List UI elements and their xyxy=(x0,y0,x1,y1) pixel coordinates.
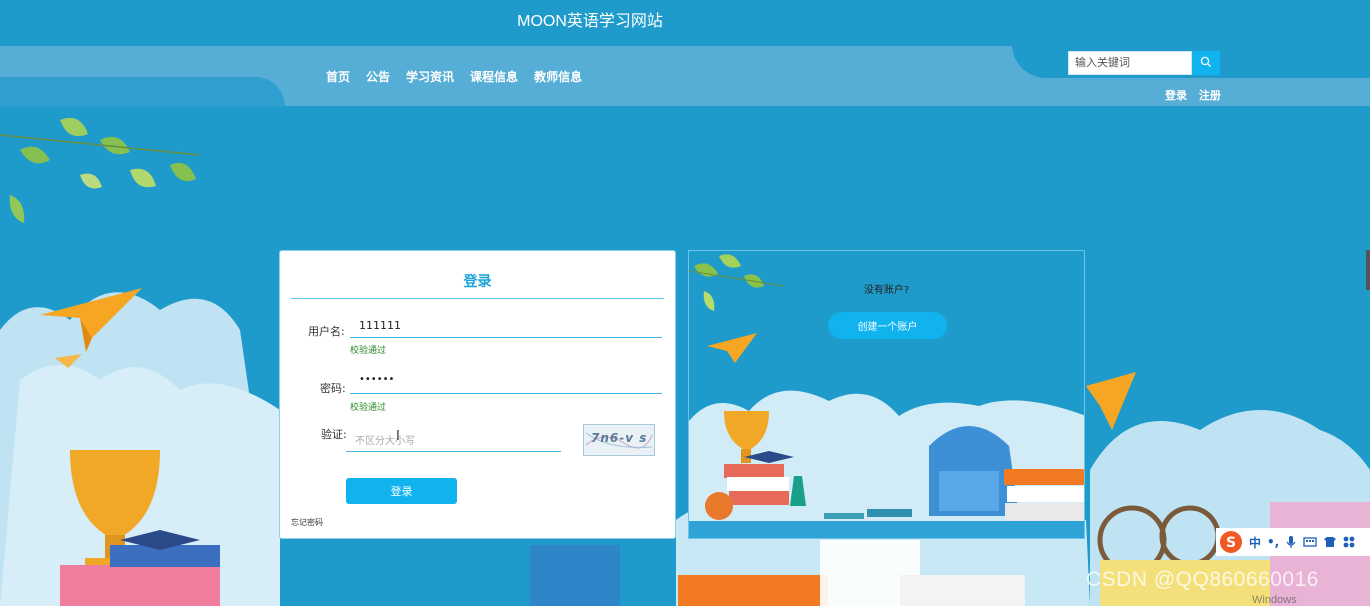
password-value: •••••• xyxy=(359,374,395,385)
nav-item-courses[interactable]: 课程信息 xyxy=(462,68,526,85)
search-icon xyxy=(1200,56,1212,67)
captcha-image[interactable]: 7n6-v s xyxy=(583,424,655,456)
search-box xyxy=(1068,51,1220,75)
ime-punctuation[interactable]: •, xyxy=(1267,535,1279,549)
username-input[interactable]: 111111 xyxy=(350,315,662,338)
svg-text:S: S xyxy=(1226,535,1236,551)
password-input[interactable]: •••••• xyxy=(350,371,662,394)
captcha-label: 验证: xyxy=(321,428,347,441)
password-status: 校验通过 xyxy=(350,403,387,413)
register-panel: 没有账户? 创建一个账户 xyxy=(688,250,1085,539)
auth-links: 登录 注册 xyxy=(1165,87,1229,103)
password-label: 密码: xyxy=(320,382,346,395)
login-card: 登录 用户名: 111111 校验通过 密码: •••••• 校验通过 验证: … xyxy=(279,250,676,539)
ime-chinese-mode[interactable]: 中 xyxy=(1249,534,1261,551)
microphone-icon[interactable] xyxy=(1285,535,1297,549)
login-link[interactable]: 登录 xyxy=(1165,89,1187,102)
site-title: MOON英语学习网站 xyxy=(517,13,663,30)
nav-item-teachers[interactable]: 教师信息 xyxy=(526,68,590,85)
captcha-placeholder: 不区分大小写 xyxy=(355,436,415,447)
forgot-password-link[interactable]: 忘记密码 xyxy=(291,517,323,528)
login-title: 登录 xyxy=(463,274,492,290)
create-account-button[interactable]: 创建一个账户 xyxy=(828,312,947,339)
skin-shirt-icon[interactable] xyxy=(1323,536,1337,548)
username-status: 校验通过 xyxy=(350,346,387,356)
ime-toolbar: S 中 •, xyxy=(1216,528,1370,556)
no-account-text: 没有账户? xyxy=(863,285,910,296)
search-button[interactable] xyxy=(1192,51,1220,75)
sogou-ime-icon[interactable]: S xyxy=(1219,530,1243,554)
username-label: 用户名: xyxy=(308,325,345,338)
csdn-watermark: CSDN @QQ860660016 xyxy=(1086,568,1319,591)
nav-item-announcements[interactable]: 公告 xyxy=(358,68,398,85)
paper-plane-icon xyxy=(707,333,757,363)
nav-band-left-shape xyxy=(0,77,285,107)
keyboard-icon[interactable] xyxy=(1303,536,1317,548)
captcha-text: 7n6-v s xyxy=(591,431,648,445)
register-link[interactable]: 注册 xyxy=(1199,89,1221,102)
search-input[interactable] xyxy=(1068,51,1192,75)
text-cursor-icon: I xyxy=(396,429,400,444)
toolbox-grid-icon[interactable] xyxy=(1343,536,1355,548)
login-button[interactable]: 登录 xyxy=(346,478,457,504)
nav-item-study-news[interactable]: 学习资讯 xyxy=(398,68,462,85)
username-value: 111111 xyxy=(359,319,401,332)
nav-item-home[interactable]: 首页 xyxy=(318,68,358,85)
windows-activation-text: Windows xyxy=(1252,594,1297,606)
title-divider xyxy=(291,298,664,299)
captcha-input[interactable]: 不区分大小写 I xyxy=(346,427,561,452)
main-nav: 首页 公告 学习资讯 课程信息 教师信息 xyxy=(318,68,590,85)
